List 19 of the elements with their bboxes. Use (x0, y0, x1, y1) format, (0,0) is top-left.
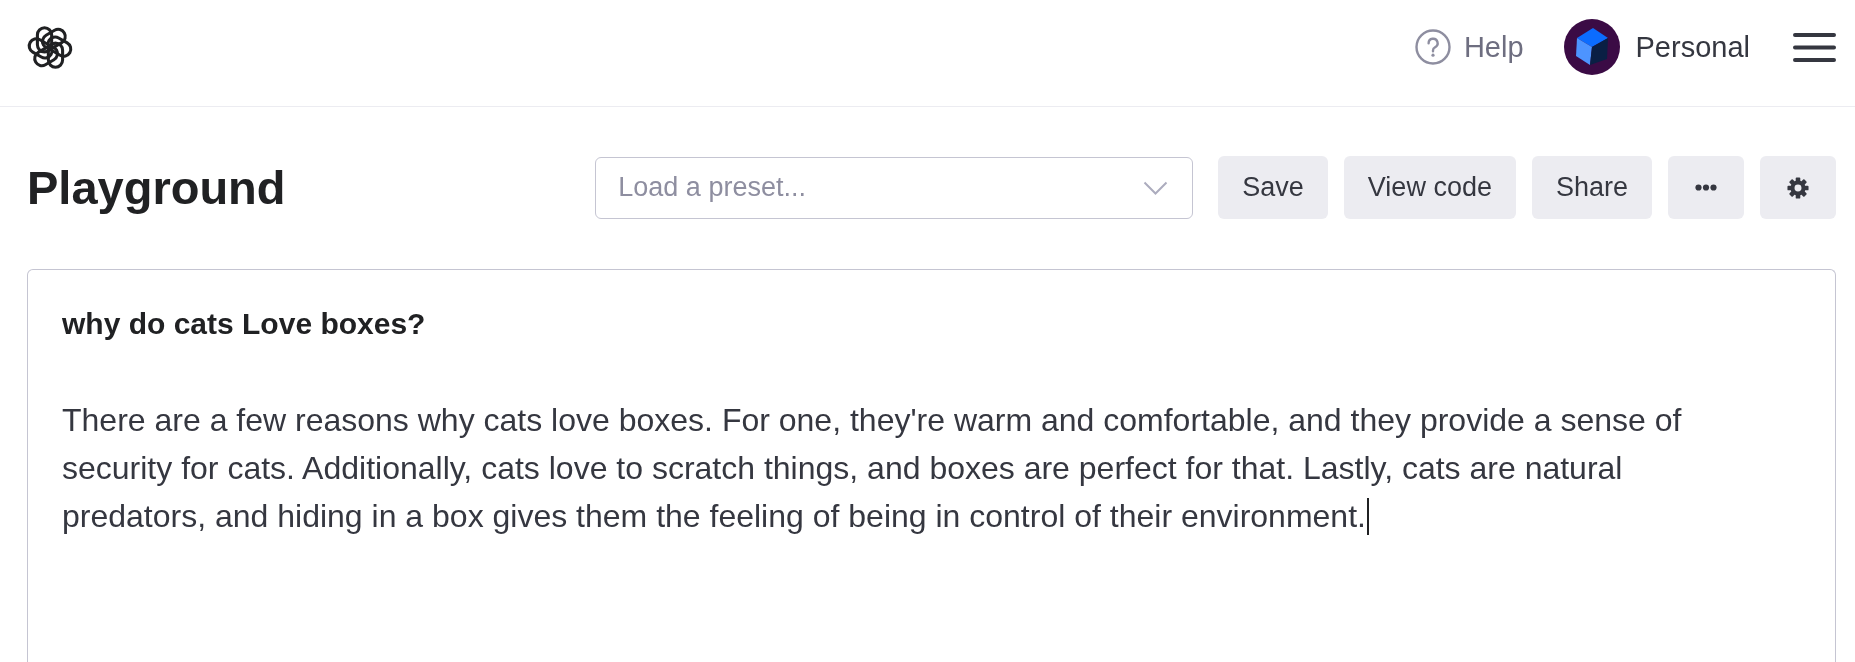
account-button[interactable]: Personal (1563, 19, 1750, 75)
help-link[interactable]: Help (1414, 29, 1524, 65)
chevron-icon (1143, 180, 1169, 195)
page-title: Playground (27, 160, 286, 216)
menu-button[interactable] (1793, 31, 1836, 63)
menu-icon (1793, 31, 1836, 63)
settings-icon (1787, 176, 1809, 199)
toolbar-button[interactable]: View code (1343, 156, 1516, 219)
prompt-text: why do cats Love boxes? (62, 306, 426, 342)
completion-text: There are a few reasons why cats love boxes. For one, they're warm and comfortable, and they provide a sense of security for cats. Additionally, cats love to scratch things, and boxes are perfect for that. Lastly, cats are natural predators, and hiding in a box gives them the feeling of being in control of their environment. (62, 402, 1682, 534)
preset-select[interactable]: Load a preset... (595, 156, 1194, 219)
logo-icon[interactable] (27, 23, 73, 71)
toolbar-button[interactable]: Save (1218, 156, 1328, 219)
prompt-editor[interactable] (27, 269, 1836, 662)
more-icon (1695, 184, 1717, 191)
avatar-icon (1563, 19, 1620, 75)
toolbar-button[interactable]: Share (1531, 156, 1652, 219)
help-icon (1414, 29, 1451, 65)
settings-button[interactable] (1760, 156, 1836, 219)
